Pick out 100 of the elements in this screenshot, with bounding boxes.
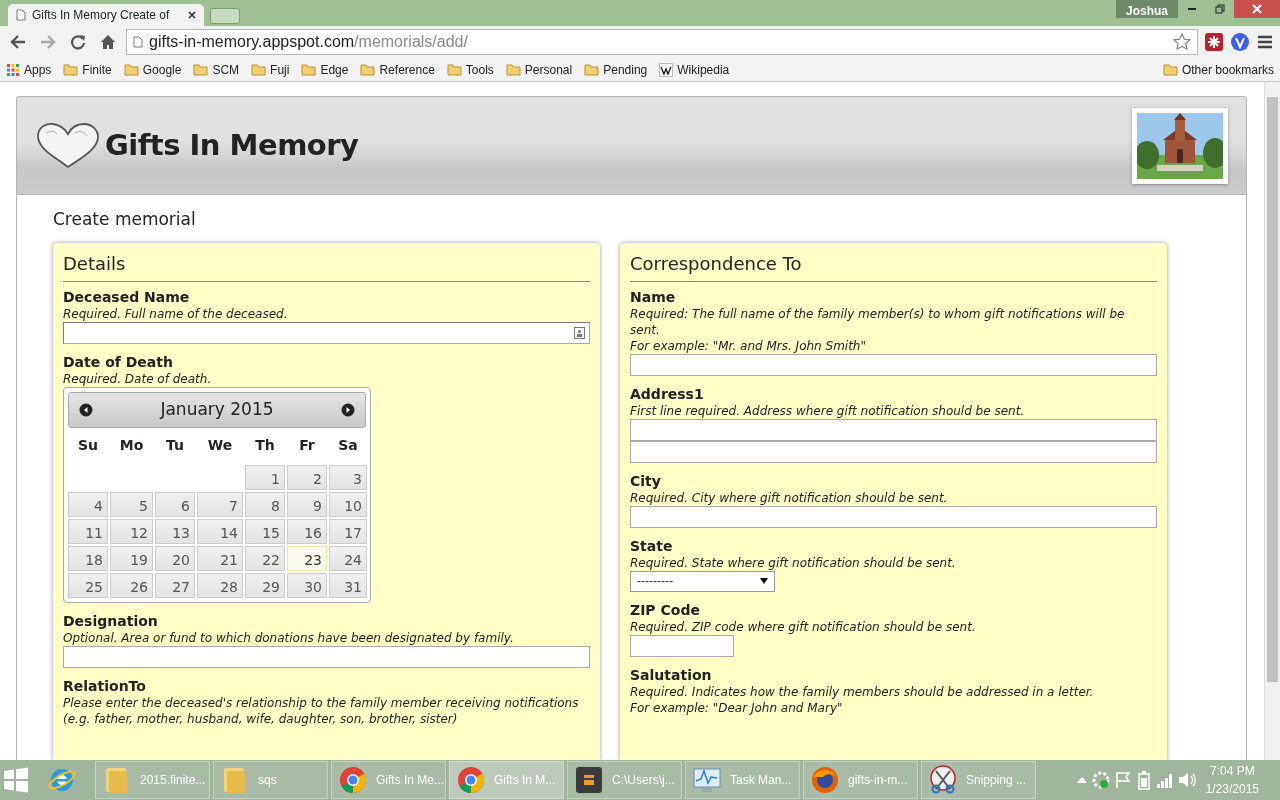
extension-icon[interactable] (1204, 32, 1224, 52)
field-label: Address1 (630, 385, 705, 403)
calendar-day[interactable]: 16 (287, 519, 327, 544)
calendar-day[interactable]: 17 (329, 519, 367, 544)
bookmark[interactable]: Finite (63, 60, 112, 79)
folder-icon (301, 62, 317, 77)
close-button[interactable] (1234, 0, 1280, 18)
calendar-day[interactable]: 6 (155, 492, 195, 517)
text-field[interactable] (630, 635, 734, 657)
weekday-label: Sa (337, 436, 359, 455)
field-label: ZIP Code (630, 601, 701, 619)
folder-icon (251, 62, 267, 77)
scrollbar-thumb[interactable] (1267, 97, 1278, 682)
address-bar[interactable]: gifts-in-memory.appspot.com/memorials/add/ (126, 29, 1198, 55)
calendar-day[interactable]: 4 (68, 492, 108, 517)
terminal-icon (574, 765, 604, 795)
text-field[interactable] (630, 419, 1157, 441)
calendar-day[interactable]: 15 (245, 519, 285, 544)
previous-month-icon[interactable] (79, 403, 93, 417)
folder-icon (1162, 62, 1178, 77)
bookmark[interactable]: Reference (360, 60, 435, 79)
bookmark[interactable]: SCM (193, 60, 240, 79)
calendar-day[interactable]: 1 (245, 465, 285, 490)
calendar-day[interactable]: 18 (68, 546, 108, 571)
folder-icon (360, 62, 376, 77)
calendar-day[interactable]: 7 (197, 492, 243, 517)
flag-icon[interactable] (1113, 771, 1132, 789)
menu-icon[interactable] (1256, 33, 1274, 51)
browser-tab[interactable]: Gifts In Memory Create of (8, 4, 204, 26)
field-label: Salutation (630, 666, 713, 684)
scissors-icon (928, 765, 958, 795)
folder-icon (63, 62, 79, 77)
weekday-label: Th (254, 436, 276, 455)
calendar-day[interactable]: 27 (155, 573, 195, 598)
chrome-icon (456, 765, 486, 795)
calendar-day[interactable]: 11 (68, 519, 108, 544)
calendar-day[interactable]: 29 (245, 573, 285, 598)
calendar-day[interactable]: 12 (110, 519, 153, 544)
page-icon (16, 9, 26, 21)
calendar-day[interactable]: 31 (329, 573, 367, 598)
wikipedia-icon (659, 62, 674, 77)
firefox-icon (810, 765, 840, 795)
calendar-day[interactable]: 2 (287, 465, 327, 490)
bookmark[interactable]: Fuji (251, 60, 290, 79)
bookmark[interactable]: Edge (301, 60, 349, 79)
text-field[interactable] (630, 354, 1157, 376)
calendar-day[interactable]: 20 (155, 546, 195, 571)
field-label: Deceased Name (63, 288, 191, 306)
restore-icon (1215, 4, 1225, 14)
text-field[interactable] (630, 506, 1157, 528)
help-text: First line required. Address where gift notification should be sent. (630, 403, 1026, 419)
bookmark[interactable]: Apps (6, 60, 52, 79)
field-label: City (630, 472, 662, 490)
calendar-day[interactable]: 21 (197, 546, 243, 571)
url-text: gifts-in-memory.appspot.com/memorials/add/ (149, 32, 468, 52)
calendar-day[interactable]: 25 (68, 573, 108, 598)
calendar-day[interactable]: 24 (329, 546, 367, 571)
page-icon (133, 36, 143, 48)
star-icon[interactable] (1173, 33, 1191, 51)
calendar-day[interactable]: 3 (329, 465, 367, 490)
new-tab-button[interactable] (210, 8, 240, 24)
calendar-day[interactable]: 22 (245, 546, 285, 571)
next-month-icon[interactable] (341, 403, 355, 417)
speaker-icon[interactable] (1176, 771, 1197, 789)
bookmark[interactable]: Tools (446, 60, 494, 79)
text-field[interactable] (630, 441, 1157, 463)
calendar-day[interactable]: 8 (245, 492, 285, 517)
bookmark[interactable]: Wikipedia (659, 60, 730, 79)
signal-icon[interactable] (1155, 772, 1174, 788)
calendar-day[interactable]: 14 (197, 519, 243, 544)
back-arrow-icon (9, 33, 27, 51)
calendar-day[interactable]: 5 (110, 492, 153, 517)
calendar-day[interactable]: 30 (287, 573, 327, 598)
text-field[interactable] (63, 646, 590, 668)
folder-icon (123, 62, 139, 77)
calendar-day[interactable]: 19 (110, 546, 153, 571)
forward-arrow-icon (39, 33, 57, 51)
help-text: Required. ZIP code where gift notification should be sent. (630, 619, 977, 635)
close-icon[interactable] (188, 11, 196, 19)
scrollbar[interactable] (1264, 82, 1280, 760)
bookmark[interactable]: Google (123, 60, 182, 79)
extension-icon[interactable] (1230, 32, 1250, 52)
calendar-day[interactable]: 26 (110, 573, 153, 598)
field-label: RelationTo (63, 677, 147, 695)
folder-icon (584, 62, 600, 77)
bookmark[interactable]: Other bookmarks (1162, 60, 1274, 79)
text-field[interactable] (63, 322, 590, 344)
calendar-day[interactable]: 23 (287, 546, 327, 571)
calendar-day[interactable]: 9 (287, 492, 327, 517)
calendar-day[interactable]: 28 (197, 573, 243, 598)
heart-icon (35, 120, 101, 171)
calendar-day[interactable]: 13 (155, 519, 195, 544)
select-field[interactable]: --------- (630, 571, 775, 592)
site-title: Gifts In Memory (105, 128, 359, 163)
minimize-icon (1188, 8, 1196, 10)
up-arrow-icon[interactable] (1075, 776, 1088, 784)
windows-logo-icon[interactable] (3, 767, 29, 793)
bookmark[interactable]: Pending (584, 60, 648, 79)
calendar-day[interactable]: 10 (329, 492, 367, 517)
bookmark[interactable]: Personal (505, 60, 573, 79)
